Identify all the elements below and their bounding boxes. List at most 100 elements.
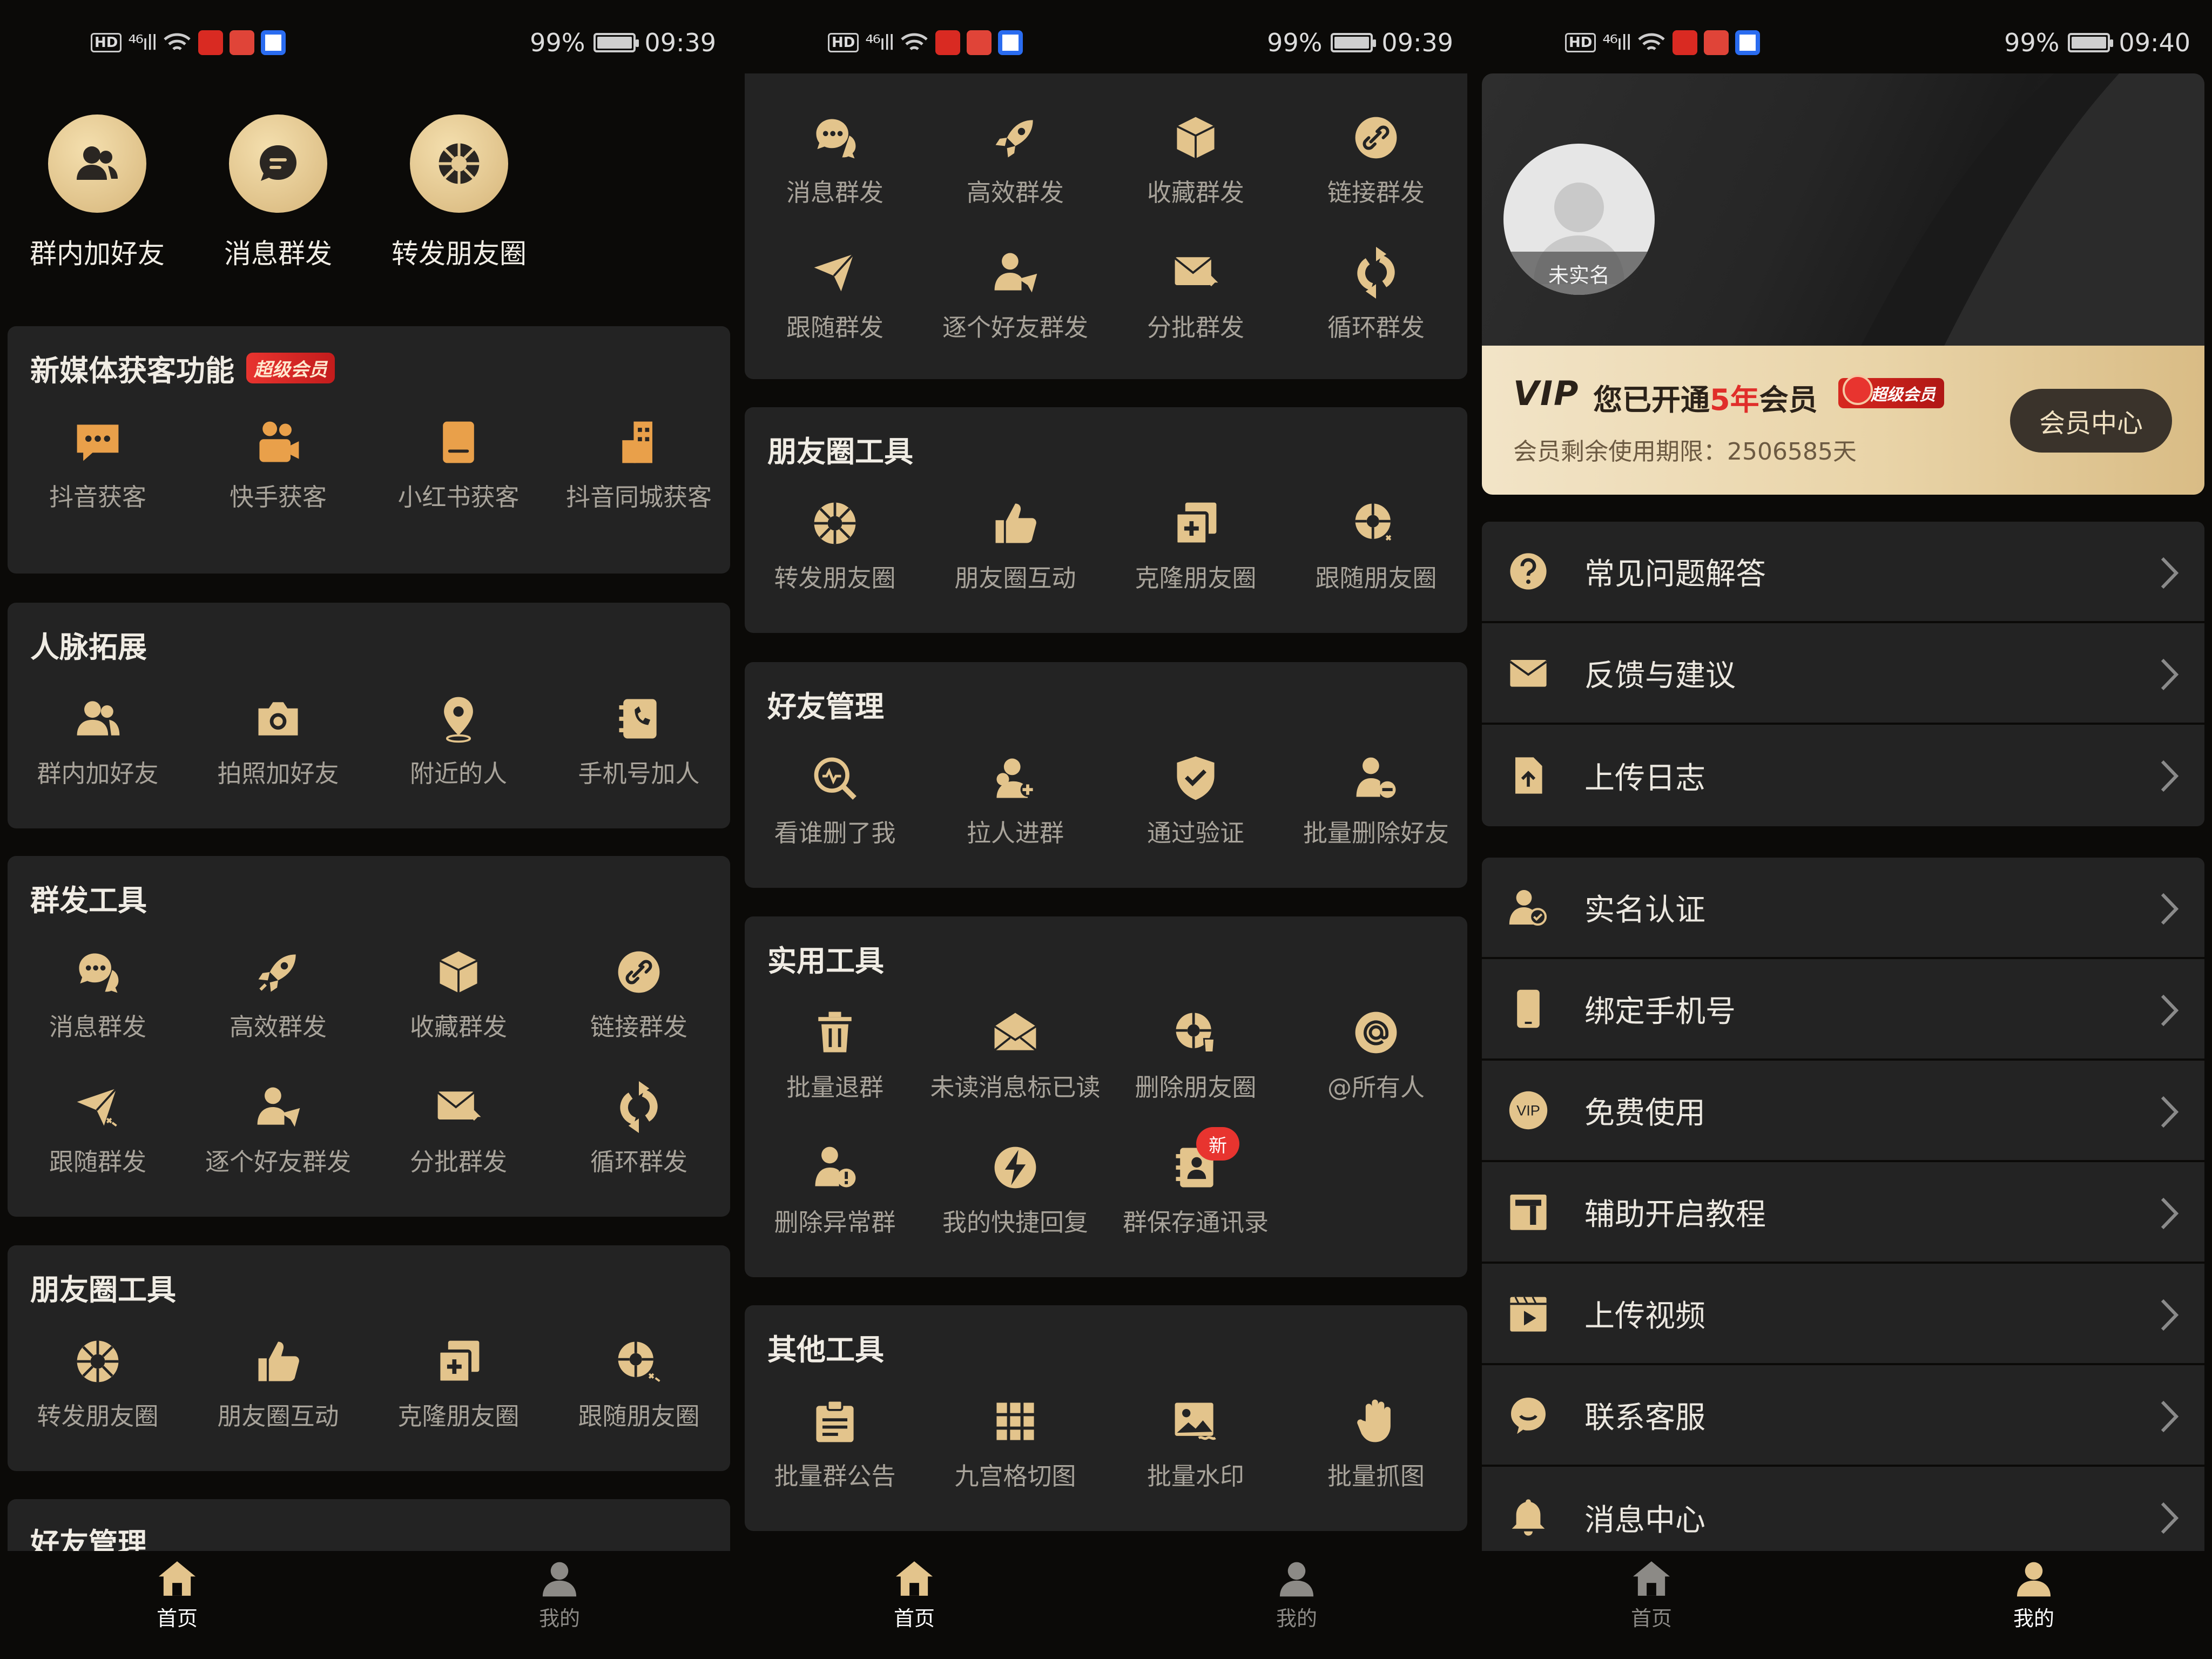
tool-douyin-local[interactable]: 抖音同城获客	[549, 413, 729, 512]
menu-real-name[interactable]: 实名认证	[1482, 858, 2204, 959]
menu-faq[interactable]: 常见问题解答	[1482, 522, 2204, 623]
tool-message-broadcast[interactable]: 消息群发	[745, 108, 925, 208]
tool-moments-interact[interactable]: 朋友圈互动	[925, 494, 1105, 594]
tool-batch-delete-friends[interactable]: 批量删除好友	[1286, 748, 1466, 848]
quick-group-add[interactable]: 群内加好友	[8, 108, 186, 271]
menu-feedback[interactable]: 反馈与建议	[1482, 623, 2204, 725]
status-icons-left: HD ⁴⁶ıll	[828, 30, 1023, 55]
tool-follow-broadcast[interactable]: 跟随群发	[745, 243, 925, 343]
quick-message-broadcast[interactable]: 消息群发	[189, 108, 367, 271]
tool-loop-broadcast[interactable]: 循环群发	[1286, 243, 1466, 343]
shield-check-icon	[1166, 748, 1225, 808]
tool-batch-capture[interactable]: 批量抓图	[1286, 1392, 1466, 1492]
tool-efficient-broadcast[interactable]: 高效群发	[188, 942, 368, 1042]
tool-pass-verification[interactable]: 通过验证	[1105, 748, 1286, 848]
tool-one-by-one-broadcast[interactable]: 逐个好友群发	[188, 1077, 368, 1177]
section-title: 其他工具	[767, 1333, 884, 1367]
chevron-right-icon	[2161, 557, 2179, 589]
tool-mark-read[interactable]: 未读消息标已读	[925, 1003, 1105, 1103]
menu-free-use[interactable]: VIP 免费使用	[1482, 1061, 2204, 1162]
tool-batch-exit-group[interactable]: 批量退群	[745, 1003, 925, 1103]
menu-bind-phone[interactable]: 绑定手机号	[1482, 959, 2204, 1061]
phone-icon	[1501, 982, 1555, 1036]
bell-icon	[1501, 1491, 1555, 1545]
tool-nine-grid-cut[interactable]: 九宫格切图	[925, 1392, 1105, 1492]
tool-group-add[interactable]: 群内加好友	[8, 689, 188, 789]
tab-mine[interactable]: 我的	[489, 1560, 630, 1631]
quick-forward-moments[interactable]: 转发朋友圈	[370, 108, 548, 271]
tool-one-by-one-broadcast[interactable]: 逐个好友群发	[925, 243, 1105, 343]
tool-follow-broadcast[interactable]: 跟随群发	[8, 1077, 188, 1177]
tool-batch-watermark[interactable]: 批量水印	[1105, 1392, 1286, 1492]
tab-label: 首页	[1630, 1607, 1672, 1630]
tool-pull-into-group[interactable]: 拉人进群	[925, 748, 1105, 848]
diamond-icon	[1843, 375, 1873, 405]
tab-label: 我的	[1276, 1607, 1317, 1630]
tool-photo-add[interactable]: 拍照加好友	[188, 689, 368, 789]
bottom-tab-bar: 首页 我的	[737, 1551, 1475, 1659]
tab-home[interactable]: 首页	[107, 1560, 247, 1631]
tool-label: 批量删除好友	[1303, 819, 1449, 847]
tool-phone-add[interactable]: 手机号加人	[549, 689, 729, 789]
menu-group-account: 实名认证 绑定手机号 VIP 免费使用 辅助开启教程 上传视频 联系客服 消息中…	[1482, 858, 2204, 1568]
tool-batch-announcement[interactable]: 批量群公告	[745, 1392, 925, 1492]
member-center-button[interactable]: 会员中心	[2010, 389, 2172, 453]
tool-follow-moments[interactable]: 跟随朋友圈	[549, 1332, 729, 1432]
tool-link-broadcast[interactable]: 链接群发	[1286, 108, 1466, 208]
tool-forward-moments[interactable]: 转发朋友圈	[745, 494, 925, 594]
tab-mine[interactable]: 我的	[1226, 1560, 1367, 1631]
tool-loop-broadcast[interactable]: 循环群发	[549, 1077, 729, 1177]
tool-message-broadcast[interactable]: 消息群发	[8, 942, 188, 1042]
wifi-icon	[1638, 33, 1665, 50]
tool-clone-moments[interactable]: 克隆朋友圈	[1105, 494, 1286, 594]
tool-at-all[interactable]: @所有人	[1286, 1003, 1466, 1103]
user-icon	[2017, 1562, 2051, 1597]
chevron-right-icon	[2161, 1400, 2179, 1433]
menu-upload-log[interactable]: 上传日志	[1482, 725, 2204, 826]
tool-link-broadcast[interactable]: 链接群发	[549, 942, 729, 1042]
tab-home[interactable]: 首页	[844, 1560, 984, 1631]
section-title-text: 新媒体获客功能	[30, 354, 234, 388]
vip-title-pre: 您已开通	[1593, 383, 1710, 417]
tool-delete-moments[interactable]: 删除朋友圈	[1105, 1003, 1286, 1103]
signal-icon: ⁴⁶ıll	[128, 31, 157, 55]
tool-label: 朋友圈互动	[217, 1402, 339, 1431]
tool-forward-moments[interactable]: 转发朋友圈	[8, 1332, 188, 1432]
tool-clone-moments[interactable]: 克隆朋友圈	[368, 1332, 549, 1432]
tool-label: 收藏群发	[1147, 178, 1244, 207]
menu-label: 上传日志	[1584, 760, 1705, 796]
tool-quick-reply[interactable]: 我的快捷回复	[925, 1138, 1105, 1238]
tool-xiaohongshu[interactable]: 小红书获客	[368, 413, 549, 512]
tool-moments-interact[interactable]: 朋友圈互动	[188, 1332, 368, 1432]
menu-tutorial[interactable]: 辅助开启教程	[1482, 1162, 2204, 1264]
tool-batch-broadcast[interactable]: 分批群发	[1105, 243, 1286, 343]
tool-save-contacts[interactable]: 新 群保存通讯录	[1105, 1127, 1286, 1238]
section-utility: 实用工具 批量退群 未读消息标已读 删除朋友圈 @所有人 删除异常群 我的快捷回…	[745, 916, 1467, 1277]
menu-label: 反馈与建议	[1584, 658, 1736, 693]
signal-icon: ⁴⁶ıll	[865, 31, 894, 55]
battery-percent: 99%	[2004, 28, 2060, 57]
trash-icon	[805, 1003, 865, 1062]
tool-batch-broadcast[interactable]: 分批群发	[368, 1077, 549, 1177]
menu-customer-service[interactable]: 联系客服	[1482, 1365, 2204, 1467]
tool-favorite-broadcast[interactable]: 收藏群发	[1105, 108, 1286, 208]
user-icon	[1279, 1562, 1314, 1597]
status-icons-right: 99% 09:39	[1267, 28, 1453, 57]
tab-mine[interactable]: 我的	[1964, 1560, 2104, 1631]
battery-icon	[2068, 33, 2114, 52]
tool-follow-moments[interactable]: 跟随朋友圈	[1286, 494, 1466, 594]
menu-upload-video[interactable]: 上传视频	[1482, 1264, 2204, 1365]
tool-label: 批量退群	[786, 1073, 884, 1102]
app-notification-icon	[1673, 30, 1698, 55]
tool-nearby[interactable]: 附近的人	[368, 689, 549, 789]
tab-label: 首页	[893, 1607, 935, 1630]
tool-douyin[interactable]: 抖音获客	[8, 413, 188, 512]
tool-who-deleted-me[interactable]: 看谁删了我	[745, 748, 925, 848]
tab-home[interactable]: 首页	[1581, 1560, 1722, 1631]
tool-delete-abnormal-group[interactable]: 删除异常群	[745, 1138, 925, 1238]
avatar[interactable]: 未实名	[1503, 144, 1655, 295]
tool-efficient-broadcast[interactable]: 高效群发	[925, 108, 1105, 208]
tool-favorite-broadcast[interactable]: 收藏群发	[368, 942, 549, 1042]
tool-kuaishou[interactable]: 快手获客	[188, 413, 368, 512]
section-moments: 朋友圈工具 转发朋友圈 朋友圈互动 克隆朋友圈 跟随朋友圈	[745, 407, 1467, 633]
